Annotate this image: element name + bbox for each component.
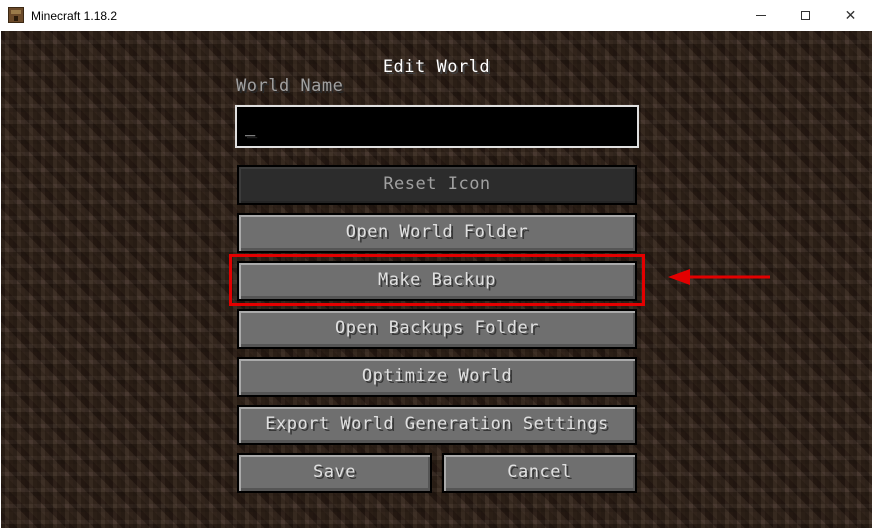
open-world-folder-button[interactable]: Open World Folder — [237, 213, 637, 253]
world-name-label: World Name — [236, 76, 344, 96]
minecraft-window: Minecraft 1.18.2 ✕ Edit World World Name… — [0, 0, 873, 529]
export-world-generation-settings-button[interactable]: Export World Generation Settings — [237, 405, 637, 445]
open-backups-folder-button[interactable]: Open Backups Folder — [237, 309, 637, 349]
close-icon: ✕ — [844, 7, 857, 24]
title-bar[interactable]: Minecraft 1.18.2 ✕ — [0, 0, 873, 31]
maximize-icon — [801, 11, 810, 20]
minecraft-block-icon — [8, 7, 24, 23]
maximize-button[interactable] — [783, 0, 828, 31]
reset-icon-button: Reset Icon — [237, 165, 637, 205]
minimize-icon — [755, 15, 766, 16]
screen-title: Edit World — [382, 57, 491, 77]
window-title: Minecraft 1.18.2 — [31, 9, 118, 23]
red-arrow-icon — [668, 269, 770, 285]
world-name-value: _ — [245, 117, 256, 137]
close-button[interactable]: ✕ — [828, 0, 873, 31]
cancel-button[interactable]: Cancel — [442, 453, 637, 493]
make-backup-button[interactable]: Make Backup — [237, 261, 637, 301]
world-name-input[interactable]: _ — [235, 105, 639, 148]
minimize-button[interactable] — [738, 0, 783, 31]
optimize-world-button[interactable]: Optimize World — [237, 357, 637, 397]
save-button[interactable]: Save — [237, 453, 432, 493]
